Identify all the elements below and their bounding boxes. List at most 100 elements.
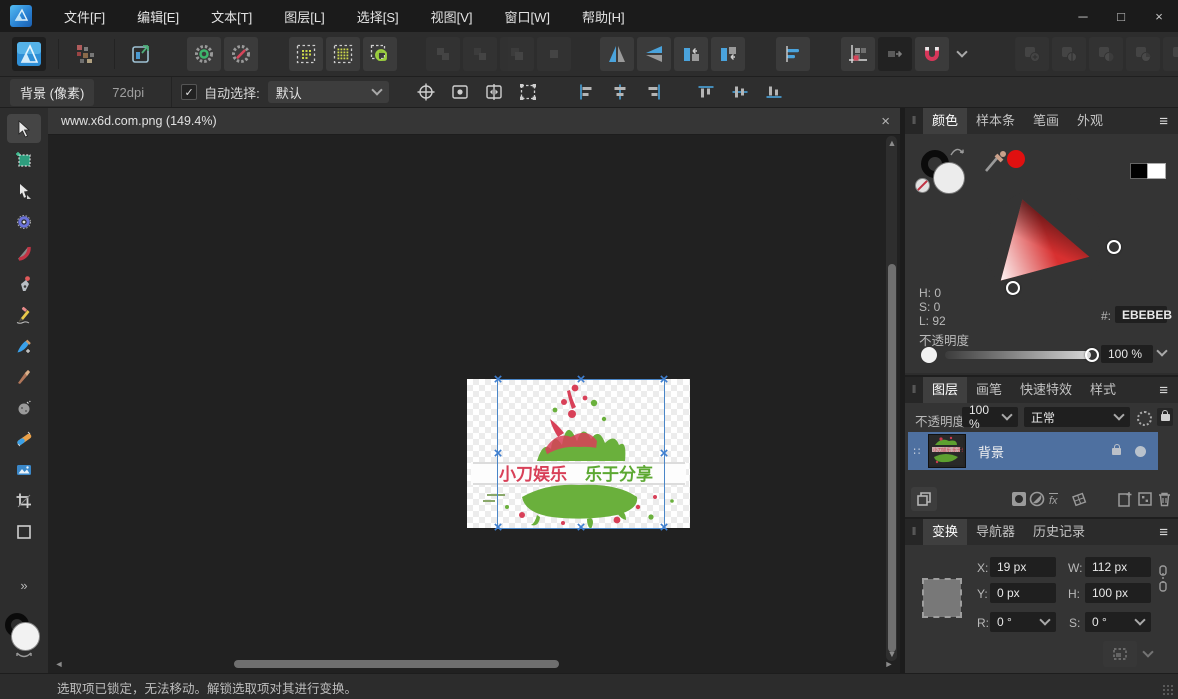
- document-tab-close-icon[interactable]: ×: [881, 113, 890, 130]
- scroll-right-icon[interactable]: ►: [882, 659, 896, 669]
- tab-brushes[interactable]: 画笔: [967, 377, 1011, 403]
- link-dimensions-icon[interactable]: [1158, 565, 1168, 593]
- panel-drag-handle[interactable]: ‖: [905, 377, 923, 403]
- new-pixel-layer-button[interactable]: [1137, 491, 1153, 510]
- primary-color-swatch[interactable]: [11, 622, 40, 651]
- flip-horizontal-button[interactable]: [600, 37, 634, 71]
- boolean-divide-button[interactable]: [537, 37, 571, 71]
- layer-opacity-dropdown[interactable]: 100 %: [962, 407, 1018, 427]
- fill-stroke-swap-widget[interactable]: [919, 148, 963, 196]
- selection-handle-mid-left[interactable]: ×: [494, 449, 503, 459]
- selection-handle-top-center[interactable]: ×: [577, 375, 586, 385]
- h-input[interactable]: 100 px: [1085, 583, 1151, 603]
- snapping-options-chevron[interactable]: [952, 37, 972, 71]
- tool-flood-select[interactable]: [7, 238, 41, 267]
- align-left-button[interactable]: [571, 80, 601, 104]
- layer-row-background[interactable]: ∷ 小刀娱乐 乐于分享 背景: [908, 432, 1158, 470]
- tool-node-select[interactable]: [7, 176, 41, 205]
- blend-options-gear-icon[interactable]: [1137, 411, 1152, 426]
- menu-layer[interactable]: 图层[L]: [268, 0, 340, 32]
- tool-crop[interactable]: [7, 486, 41, 515]
- boolean-add-button[interactable]: [426, 37, 460, 71]
- boolean-intersect-button[interactable]: [500, 37, 534, 71]
- tool-place-image[interactable]: [7, 455, 41, 484]
- maximize-button[interactable]: □: [1102, 0, 1140, 32]
- panel-drag-handle[interactable]: ‖: [905, 108, 923, 134]
- layer-drag-dots-icon[interactable]: ∷: [908, 445, 926, 458]
- layer-thumbnail[interactable]: 小刀娱乐 乐于分享: [928, 434, 966, 468]
- tab-swatches[interactable]: 样本条: [967, 108, 1024, 134]
- scroll-left-icon[interactable]: ◄: [52, 659, 66, 669]
- document-tab-title[interactable]: www.x6d.com.png (149.4%): [61, 114, 217, 128]
- no-color-swatch[interactable]: [915, 178, 930, 193]
- tool-pen[interactable]: [7, 269, 41, 298]
- persona-designer-button[interactable]: [12, 37, 46, 71]
- panel-menu-icon[interactable]: ≡: [1159, 382, 1168, 399]
- panel-menu-icon[interactable]: ≡: [1159, 113, 1168, 130]
- tool-paint-brush[interactable]: [7, 331, 41, 360]
- rotate-ccw-button[interactable]: [674, 37, 708, 71]
- cycle-origin-icon-button[interactable]: [411, 80, 441, 104]
- opacity-slider[interactable]: [945, 351, 1091, 359]
- anchor-point-selector[interactable]: [923, 579, 961, 617]
- layer-visibility-toggle[interactable]: [1135, 446, 1146, 457]
- autoselect-dropdown[interactable]: 默认: [268, 81, 389, 103]
- layer-locked-icon[interactable]: [1112, 448, 1121, 455]
- insert-replace-button[interactable]: [1163, 37, 1178, 71]
- menu-file[interactable]: 文件[F]: [48, 0, 121, 32]
- selection-handle-bottom-right[interactable]: ×: [660, 523, 669, 533]
- alignment-button[interactable]: [776, 37, 810, 71]
- align-center-button[interactable]: [605, 80, 635, 104]
- panel-drag-handle[interactable]: ‖: [905, 519, 923, 545]
- edit-all-layers-toggle[interactable]: [878, 37, 912, 71]
- tool-rectangle[interactable]: [7, 517, 41, 546]
- picked-color-swatch[interactable]: [1007, 150, 1025, 168]
- menu-view[interactable]: 视图[V]: [415, 0, 489, 32]
- rotation-dropdown[interactable]: 0 °: [990, 612, 1056, 632]
- menu-window[interactable]: 窗口[W]: [489, 0, 567, 32]
- horizontal-scrollbar-thumb[interactable]: [234, 660, 559, 668]
- rotate-cw-button[interactable]: [711, 37, 745, 71]
- selection-bounding-box[interactable]: × × × × × × × ×: [497, 379, 665, 529]
- tab-stroke[interactable]: 笔画: [1024, 108, 1068, 134]
- tool-knife[interactable]: [7, 362, 41, 391]
- vertical-scrollbar[interactable]: ▲ ▼: [886, 136, 897, 661]
- tab-transform[interactable]: 变换: [923, 519, 967, 545]
- tab-history[interactable]: 历史记录: [1024, 519, 1094, 545]
- select-sparse-pixels-button[interactable]: [289, 37, 323, 71]
- tools-overflow-chevron[interactable]: »: [7, 576, 41, 594]
- opacity-value-box[interactable]: 100 %: [1101, 345, 1153, 363]
- new-layer-button[interactable]: [1117, 491, 1133, 510]
- scroll-up-icon[interactable]: ▲: [885, 138, 899, 148]
- swap-arrow-icon[interactable]: [949, 144, 965, 158]
- show-selection-button[interactable]: [445, 80, 475, 104]
- color-wheel[interactable]: [966, 168, 1122, 324]
- horizontal-scrollbar[interactable]: ◄ ►: [52, 657, 896, 670]
- transform-mode-button[interactable]: [1103, 641, 1137, 667]
- hue-marker[interactable]: [1107, 240, 1121, 254]
- close-button[interactable]: ×: [1140, 0, 1178, 32]
- export-persona-button[interactable]: [124, 37, 158, 71]
- autoselect-checkbox[interactable]: ✓: [181, 84, 197, 100]
- tool-gradient[interactable]: [7, 424, 41, 453]
- swap-colors-icon[interactable]: [15, 651, 33, 660]
- selection-handle-bottom-left[interactable]: ×: [494, 523, 503, 533]
- flip-vertical-button[interactable]: [637, 37, 671, 71]
- tab-quick-fx[interactable]: 快速特效: [1011, 377, 1081, 403]
- align-right-button[interactable]: [639, 80, 669, 104]
- white-swatch[interactable]: [1147, 163, 1166, 179]
- layer-lock-button[interactable]: [1157, 408, 1173, 426]
- duplicate-layers-button[interactable]: [911, 487, 937, 511]
- assistant-off-button[interactable]: [224, 37, 258, 71]
- tab-appearance[interactable]: 外观: [1068, 108, 1112, 134]
- mask-layer-button[interactable]: [1011, 491, 1027, 510]
- w-input[interactable]: 112 px: [1085, 557, 1151, 577]
- tool-selection-brush[interactable]: [7, 207, 41, 236]
- opacity-knob-button[interactable]: [921, 347, 937, 363]
- y-input[interactable]: 0 px: [990, 583, 1056, 603]
- insert-inside-button[interactable]: [1126, 37, 1160, 71]
- insert-on-top-button[interactable]: [1089, 37, 1123, 71]
- tab-navigator[interactable]: 导航器: [967, 519, 1024, 545]
- saturation-lightness-marker[interactable]: [1006, 281, 1020, 295]
- marquee-options-button[interactable]: [513, 80, 543, 104]
